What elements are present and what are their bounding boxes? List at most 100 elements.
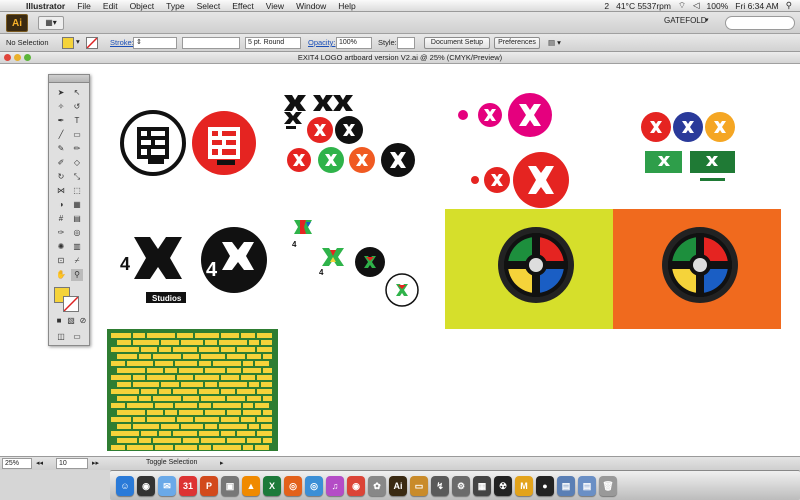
battery-readout[interactable]: 100% (707, 1, 729, 11)
paintbrush-tool-icon[interactable]: ✎ (55, 143, 67, 155)
spotlight-icon[interactable]: ⚲ (786, 0, 792, 11)
menu-object[interactable]: Object (124, 1, 161, 11)
menu-view[interactable]: View (260, 1, 290, 11)
none-mode-icon[interactable]: ⊘ (77, 315, 89, 327)
mail-icon[interactable]: ✉ (158, 475, 176, 496)
eyedropper-tool-icon[interactable]: ✑ (55, 227, 67, 239)
status-extra[interactable]: 2 (604, 1, 609, 11)
shape-builder-tool-icon[interactable]: ◑ (55, 199, 67, 211)
stroke-weight-field[interactable]: ⇕ (133, 37, 177, 49)
calendar-icon[interactable]: 31 (179, 475, 197, 496)
itunes-icon[interactable]: ♫ (326, 475, 344, 496)
perspective-grid-tool-icon[interactable]: ▦ (71, 199, 83, 211)
photos-icon[interactable]: ✿ (368, 475, 386, 496)
colored-4x-marks[interactable]: 4 4 (292, 220, 419, 307)
downloads-icon[interactable]: ▤ (557, 475, 575, 496)
more-options-icon[interactable]: ▤ ▾ (548, 38, 561, 47)
style-picker[interactable] (397, 37, 415, 49)
x-circle-group-right[interactable] (641, 112, 735, 181)
vlc-icon[interactable]: ▲ (242, 475, 260, 496)
slice-tool-icon[interactable]: ⌿ (71, 255, 83, 267)
symbol-sprayer-tool-icon[interactable]: ✺ (55, 241, 67, 253)
finder-icon[interactable]: ☺ (116, 475, 134, 496)
powerpoint-icon[interactable]: P (200, 475, 218, 496)
trash-icon[interactable]: 🗑 (599, 475, 617, 496)
scale-tool-icon[interactable]: ⤡ (71, 171, 83, 183)
excel-icon[interactable]: X (263, 475, 281, 496)
torrent-icon[interactable]: ↯ (431, 475, 449, 496)
preview-icon[interactable]: ▣ (221, 475, 239, 496)
first-artboard-icon[interactable]: ◂◂ (36, 459, 43, 467)
stroke-swatch[interactable] (86, 37, 98, 49)
preferences-button[interactable]: Preferences (494, 37, 540, 49)
document-setup-button[interactable]: Document Setup (424, 37, 490, 49)
rotate-tool-icon[interactable]: ↻ (55, 171, 67, 183)
brush-field[interactable]: 5 pt. Round (245, 37, 301, 49)
free-transform-tool-icon[interactable]: ⬚ (71, 185, 83, 197)
stroke-color-box[interactable] (63, 296, 79, 312)
close-window-icon[interactable] (4, 54, 11, 61)
arrange-documents-button[interactable]: ▦▾ (38, 16, 64, 30)
artboard-number-field[interactable]: 10 (56, 458, 88, 469)
radiation-icon[interactable]: ☢ (494, 475, 512, 496)
gradient-tool-icon[interactable]: ▤ (71, 213, 83, 225)
artboard-canvas[interactable]: 4 4 Studios 4 4 (0, 64, 800, 456)
next-artboard-icon[interactable]: ▸▸ (92, 459, 99, 467)
illustrator-icon[interactable]: Ai (389, 475, 407, 496)
status-menu-icon[interactable]: ▸ (220, 459, 224, 467)
firefox-icon[interactable]: ◎ (284, 475, 302, 496)
selection-tool-icon[interactable]: ➤ (55, 87, 67, 99)
zoom-field[interactable]: 25% (2, 458, 32, 469)
chrome-icon[interactable]: ◉ (347, 475, 365, 496)
menu-effect[interactable]: Effect (226, 1, 260, 11)
fill-dropdown-icon[interactable]: ▾ (76, 37, 80, 46)
wifi-icon[interactable]: ⌔ (678, 0, 686, 11)
dashboard-icon[interactable]: ◉ (137, 475, 155, 496)
menu-app-name[interactable]: Illustrator (20, 1, 71, 11)
minimize-window-icon[interactable] (14, 54, 21, 61)
zoom-window-icon[interactable] (24, 54, 31, 61)
green-brick-panel[interactable] (107, 329, 278, 451)
volume-icon[interactable]: ◁ (693, 0, 700, 11)
status-mode[interactable]: Toggle Selection (146, 459, 197, 466)
draw-mode-icon[interactable]: ◫ (55, 331, 67, 343)
workspace-switcher[interactable]: GATEFOLD (664, 16, 707, 25)
clock[interactable]: Fri 6:34 AM (735, 1, 778, 11)
zoom-tool-icon[interactable]: ⚲ (71, 269, 83, 281)
logo-4x-large[interactable]: 4 4 Studios (120, 227, 267, 303)
menu-select[interactable]: Select (191, 1, 227, 11)
variable-width-field[interactable] (182, 37, 240, 49)
screen-mode-icon[interactable]: ▭ (71, 331, 83, 343)
m-app-icon[interactable]: M (515, 475, 533, 496)
activity-icon[interactable]: ▦ (473, 475, 491, 496)
blob-brush-tool-icon[interactable]: ✐ (55, 157, 67, 169)
pencil-tool-icon[interactable]: ✏ (71, 143, 83, 155)
opacity-label[interactable]: Opacity: (308, 38, 336, 47)
menu-edit[interactable]: Edit (97, 1, 124, 11)
type-tool-icon[interactable]: T (71, 115, 83, 127)
x-circle-group-magenta[interactable] (458, 93, 569, 208)
pen-tool-icon[interactable]: ✒ (55, 115, 67, 127)
temperature-readout[interactable]: 41°C 5537rpm (616, 1, 671, 11)
color-mode-icon[interactable]: ■ (53, 315, 65, 327)
gradient-mode-icon[interactable]: ▧ (65, 315, 77, 327)
menu-help[interactable]: Help (332, 1, 361, 11)
magic-wand-tool-icon[interactable]: ✧ (55, 101, 67, 113)
settings-icon[interactable]: ⚙ (452, 475, 470, 496)
stroke-label[interactable]: Stroke: (110, 38, 134, 47)
column-graph-tool-icon[interactable]: ▥ (71, 241, 83, 253)
lime-panel[interactable] (445, 209, 613, 329)
workspace-dropdown-icon[interactable]: ▾ (705, 16, 709, 24)
direct-selection-tool-icon[interactable]: ↖ (71, 87, 83, 99)
folder-icon[interactable]: ▭ (410, 475, 428, 496)
documents-icon[interactable]: ▤ (578, 475, 596, 496)
menu-type[interactable]: Type (160, 1, 190, 11)
orange-panel[interactable] (613, 209, 781, 329)
logo-black-outline[interactable] (120, 110, 186, 176)
menu-window[interactable]: Window (290, 1, 332, 11)
search-input[interactable] (725, 16, 795, 30)
safari-icon[interactable]: ◎ (305, 475, 323, 496)
opacity-field[interactable]: 100% (336, 37, 372, 49)
artboard-tool-icon[interactable]: ⊡ (55, 255, 67, 267)
fill-swatch[interactable] (62, 37, 74, 49)
